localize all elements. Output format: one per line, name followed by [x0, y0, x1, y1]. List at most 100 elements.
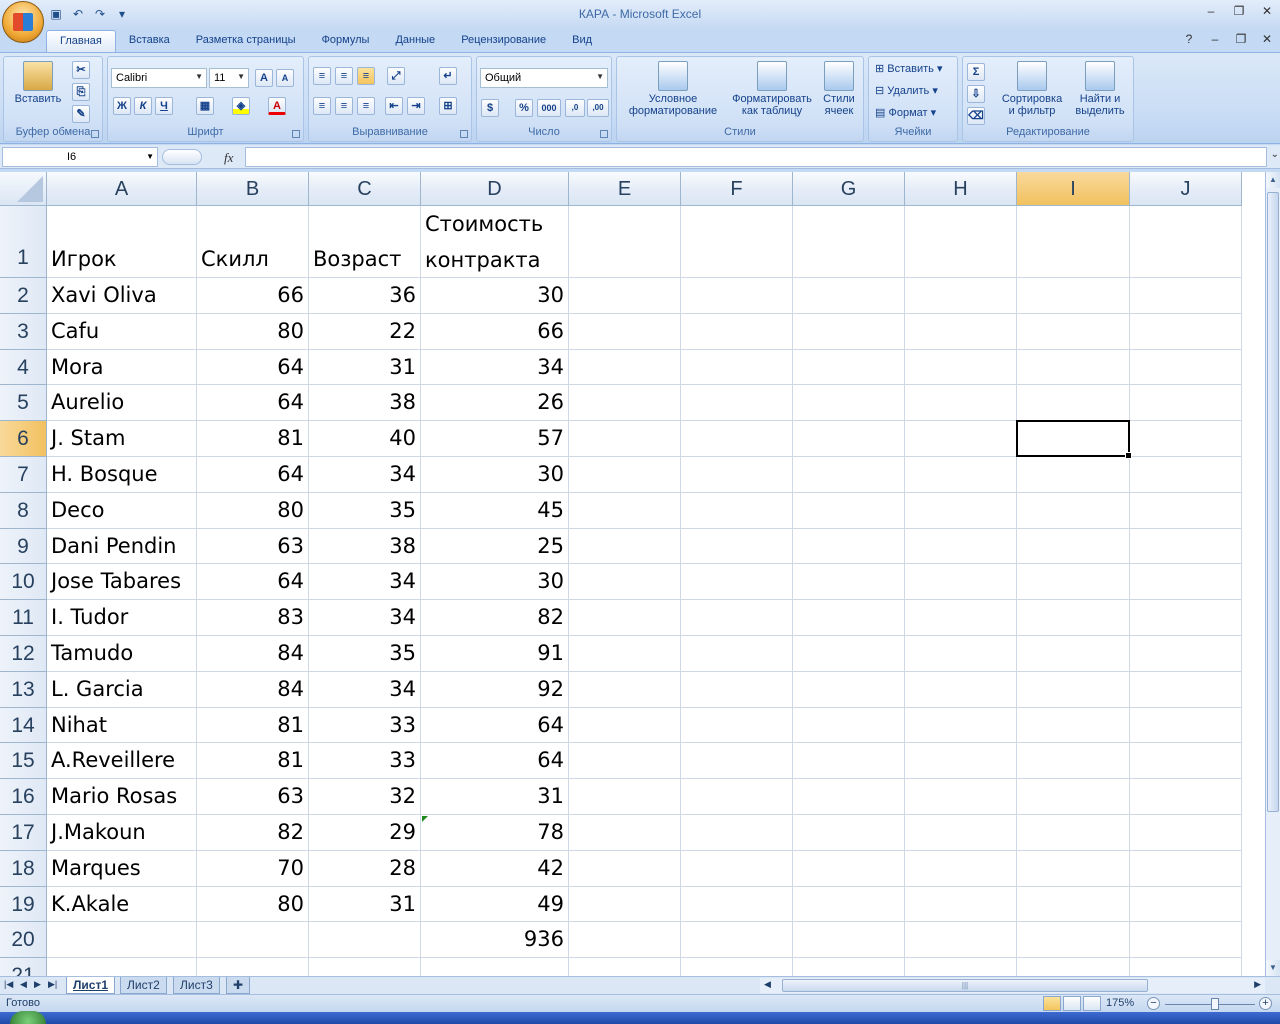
next-sheet-icon[interactable]: ▶: [34, 979, 41, 990]
cell-f[interactable]: [681, 636, 793, 672]
percent-style-button[interactable]: %: [515, 99, 533, 117]
cell-e[interactable]: [569, 779, 681, 815]
insert-cells-button[interactable]: ⊞ Вставить ▾: [875, 63, 943, 75]
cell-e[interactable]: [569, 564, 681, 601]
cell-a[interactable]: Xavi Oliva: [47, 278, 197, 314]
minimize-icon[interactable]: –: [1204, 4, 1218, 18]
cut-icon[interactable]: ✂: [72, 61, 90, 79]
cell-j[interactable]: [1130, 528, 1242, 565]
restore-icon[interactable]: ❐: [1232, 4, 1246, 18]
cell-h[interactable]: [905, 564, 1017, 601]
cell-a[interactable]: Aurelio: [47, 385, 197, 422]
cell-f[interactable]: [681, 349, 793, 386]
sort-filter-button[interactable]: Сортировка и фильтр: [997, 61, 1067, 117]
cell-h[interactable]: [905, 779, 1017, 815]
cell-f[interactable]: [681, 922, 793, 959]
cell-i[interactable]: [1017, 600, 1130, 636]
cell-j[interactable]: [1130, 278, 1242, 314]
cell-c[interactable]: 32: [309, 779, 421, 815]
cell-e[interactable]: [569, 313, 681, 350]
cell-j[interactable]: [1130, 349, 1242, 386]
cell-a[interactable]: Cafu: [47, 313, 197, 350]
cell-g[interactable]: [793, 457, 905, 493]
copy-icon[interactable]: ⎘: [72, 83, 90, 101]
help-icon[interactable]: ?: [1182, 32, 1196, 46]
cell-f[interactable]: [681, 886, 793, 923]
scroll-down-icon[interactable]: ▼: [1266, 960, 1280, 976]
cell-a[interactable]: J. Stam: [47, 421, 197, 457]
row-header[interactable]: 5: [0, 385, 47, 422]
cell-c[interactable]: 22: [309, 313, 421, 350]
cell-a[interactable]: I. Tudor: [47, 600, 197, 636]
cell-d[interactable]: 30: [421, 278, 569, 314]
autosum-button[interactable]: Σ: [967, 63, 985, 81]
cell-j[interactable]: [1130, 922, 1242, 959]
cell-h[interactable]: [905, 850, 1017, 887]
cell-b[interactable]: 64: [197, 349, 309, 386]
workbook-minimize-icon[interactable]: –: [1208, 32, 1222, 46]
cell-e[interactable]: [569, 206, 681, 278]
workbook-close-icon[interactable]: ✕: [1260, 32, 1274, 46]
cell-i[interactable]: [1017, 779, 1130, 815]
cell-g[interactable]: [793, 564, 905, 601]
cell-d[interactable]: 82: [421, 600, 569, 636]
sheet-tab-3[interactable]: Лист3: [173, 977, 220, 994]
prev-sheet-icon[interactable]: ◀: [20, 979, 27, 990]
cell-i[interactable]: [1017, 958, 1130, 976]
cell-c[interactable]: 31: [309, 349, 421, 386]
cell-j[interactable]: [1130, 815, 1242, 851]
column-header-h[interactable]: H: [905, 172, 1017, 206]
cell-j[interactable]: [1130, 564, 1242, 601]
cell-d[interactable]: 57: [421, 421, 569, 457]
shrink-font-button[interactable]: A: [276, 69, 294, 87]
column-header-d[interactable]: D: [421, 172, 569, 206]
currency-format-icon[interactable]: $: [481, 99, 499, 117]
cell-g[interactable]: [793, 313, 905, 350]
cell-g[interactable]: [793, 600, 905, 636]
cell-g[interactable]: [793, 385, 905, 422]
font-color-button[interactable]: A: [268, 97, 286, 115]
cell-j[interactable]: [1130, 707, 1242, 744]
cell-d[interactable]: [421, 958, 569, 976]
column-header-b[interactable]: B: [197, 172, 309, 206]
cell-h[interactable]: [905, 421, 1017, 457]
tab-insert[interactable]: Вставка: [116, 30, 183, 52]
cell-g[interactable]: [793, 278, 905, 314]
cell-e[interactable]: [569, 349, 681, 386]
cell-h[interactable]: [905, 815, 1017, 851]
cell-i[interactable]: [1017, 421, 1130, 457]
cell-d[interactable]: 66: [421, 313, 569, 350]
cell-d[interactable]: 42: [421, 850, 569, 887]
cell-h[interactable]: [905, 958, 1017, 976]
cell-d[interactable]: 34: [421, 349, 569, 386]
cell-b[interactable]: 64: [197, 457, 309, 493]
format-cells-button[interactable]: ▤ Формат ▾: [875, 107, 936, 119]
cell-e[interactable]: [569, 636, 681, 672]
cell-g[interactable]: [793, 850, 905, 887]
cell-f[interactable]: [681, 600, 793, 636]
cell-f[interactable]: [681, 850, 793, 887]
expand-formula-bar-icon[interactable]: ⌄: [1271, 149, 1279, 160]
cell-h[interactable]: [905, 457, 1017, 493]
cell-j[interactable]: [1130, 743, 1242, 780]
increase-indent-icon[interactable]: ⇥: [407, 97, 425, 115]
cell-e[interactable]: [569, 600, 681, 636]
row-header[interactable]: 9: [0, 528, 47, 565]
number-format-combo[interactable]: Общий ▼: [480, 68, 608, 88]
clear-icon[interactable]: ⌫: [967, 107, 985, 125]
cell-j[interactable]: [1130, 886, 1242, 923]
row-header[interactable]: 6: [0, 421, 47, 457]
fill-color-icon[interactable]: ◈: [232, 97, 250, 115]
first-sheet-icon[interactable]: |◀: [4, 979, 13, 990]
cell-h[interactable]: [905, 528, 1017, 565]
cell-c[interactable]: 38: [309, 528, 421, 565]
cell-a[interactable]: H. Bosque: [47, 457, 197, 493]
tab-page-layout[interactable]: Разметка страницы: [183, 30, 309, 52]
formula-input[interactable]: [245, 147, 1267, 167]
cell-f[interactable]: [681, 492, 793, 529]
cell-a[interactable]: Nihat: [47, 707, 197, 744]
cell-d[interactable]: 91: [421, 636, 569, 672]
cell-a[interactable]: Deco: [47, 492, 197, 529]
cell-a[interactable]: K.Akale: [47, 886, 197, 923]
cell-h[interactable]: [905, 349, 1017, 386]
